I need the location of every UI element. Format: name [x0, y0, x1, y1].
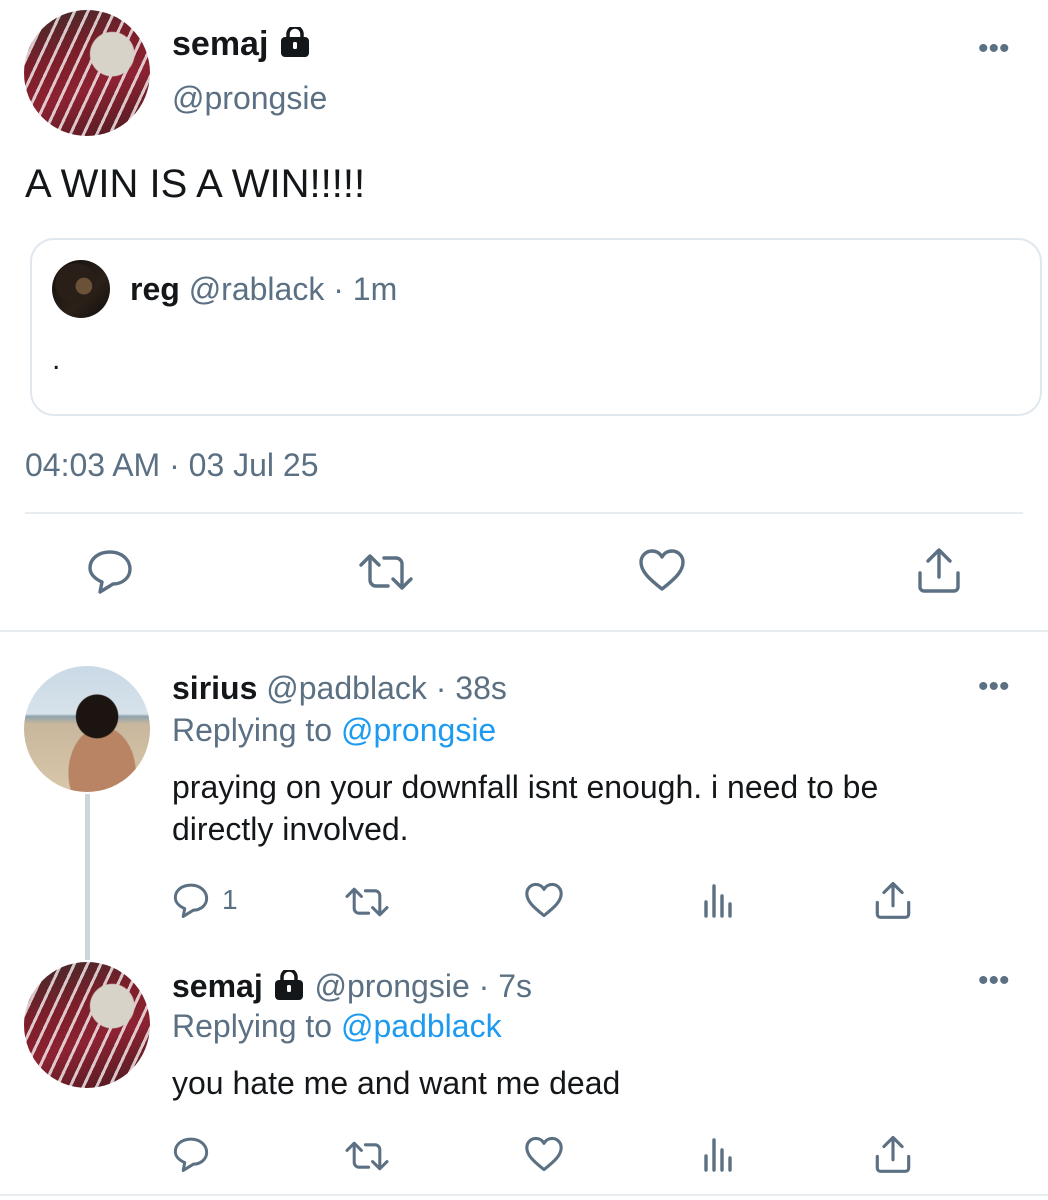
replying-to-link[interactable]: @padblack — [341, 1008, 502, 1044]
handle[interactable]: @prongsie — [315, 968, 470, 1004]
display-name[interactable]: semaj — [172, 968, 263, 1004]
avatar — [52, 260, 110, 318]
time: · 7s — [478, 968, 532, 1004]
lock-icon — [278, 25, 312, 66]
quoted-tweet[interactable]: reg @rablack · 1m . — [30, 238, 1042, 416]
thread-line — [85, 794, 90, 960]
divider — [0, 630, 1048, 632]
quoted-display-name: reg — [130, 271, 180, 307]
share-icon[interactable] — [916, 546, 962, 594]
timestamp[interactable]: 04:03 AM · 03 Jul 25 — [25, 445, 319, 485]
analytics-icon[interactable] — [702, 1136, 736, 1172]
analytics-icon[interactable] — [702, 882, 736, 918]
divider — [25, 512, 1023, 514]
reply-text-line: directly involved. — [172, 811, 409, 847]
avatar[interactable] — [24, 666, 150, 792]
retweet-icon[interactable] — [358, 552, 414, 592]
lock-icon — [272, 967, 306, 1009]
heart-icon[interactable] — [638, 548, 686, 592]
avatar[interactable] — [24, 962, 150, 1088]
replying-to: Replying to @padblack — [172, 1006, 502, 1046]
quoted-time: · 1m — [333, 271, 398, 307]
more-icon[interactable]: ••• — [978, 672, 1010, 702]
quoted-handle: @rablack — [188, 271, 325, 307]
avatar[interactable] — [24, 10, 150, 136]
heart-icon[interactable] — [524, 882, 564, 918]
display-name[interactable]: semaj — [172, 25, 268, 63]
reply-text-line: praying on your downfall isnt enough. i … — [172, 769, 879, 805]
reply-text: you hate me and want me dead — [172, 1065, 621, 1101]
reply-header: sirius @padblack · 38s — [172, 668, 507, 708]
reply-icon[interactable] — [86, 548, 134, 594]
quoted-header: reg @rablack · 1m — [130, 270, 397, 308]
replying-prefix: Replying to — [172, 1008, 333, 1044]
handle[interactable]: @prongsie — [172, 78, 327, 118]
reply-text: praying on your downfall isnt enough. i … — [172, 766, 878, 850]
share-icon[interactable] — [874, 880, 912, 920]
replying-to-link[interactable]: @prongsie — [341, 712, 496, 748]
divider — [0, 1194, 1048, 1196]
reply-icon[interactable] — [172, 882, 210, 918]
display-name[interactable]: sirius — [172, 670, 257, 706]
more-icon[interactable]: ••• — [978, 34, 1010, 64]
handle[interactable]: @padblack — [266, 670, 427, 706]
reply-icon[interactable] — [172, 1136, 210, 1172]
more-icon[interactable]: ••• — [978, 966, 1010, 996]
reply-header: semaj @prongsie · 7s — [172, 966, 532, 1009]
retweet-icon[interactable] — [344, 1140, 390, 1172]
share-icon[interactable] — [874, 1134, 912, 1174]
tweet-text: A WIN IS A WIN!!!!! — [25, 162, 366, 206]
retweet-icon[interactable] — [344, 886, 390, 918]
reply-count: 1 — [222, 884, 238, 915]
heart-icon[interactable] — [524, 1136, 564, 1172]
quoted-text: . — [52, 343, 61, 376]
time: · 38s — [435, 670, 507, 706]
replying-to: Replying to @prongsie — [172, 710, 496, 750]
display-name-row: semaj — [172, 24, 312, 66]
replying-prefix: Replying to — [172, 712, 333, 748]
